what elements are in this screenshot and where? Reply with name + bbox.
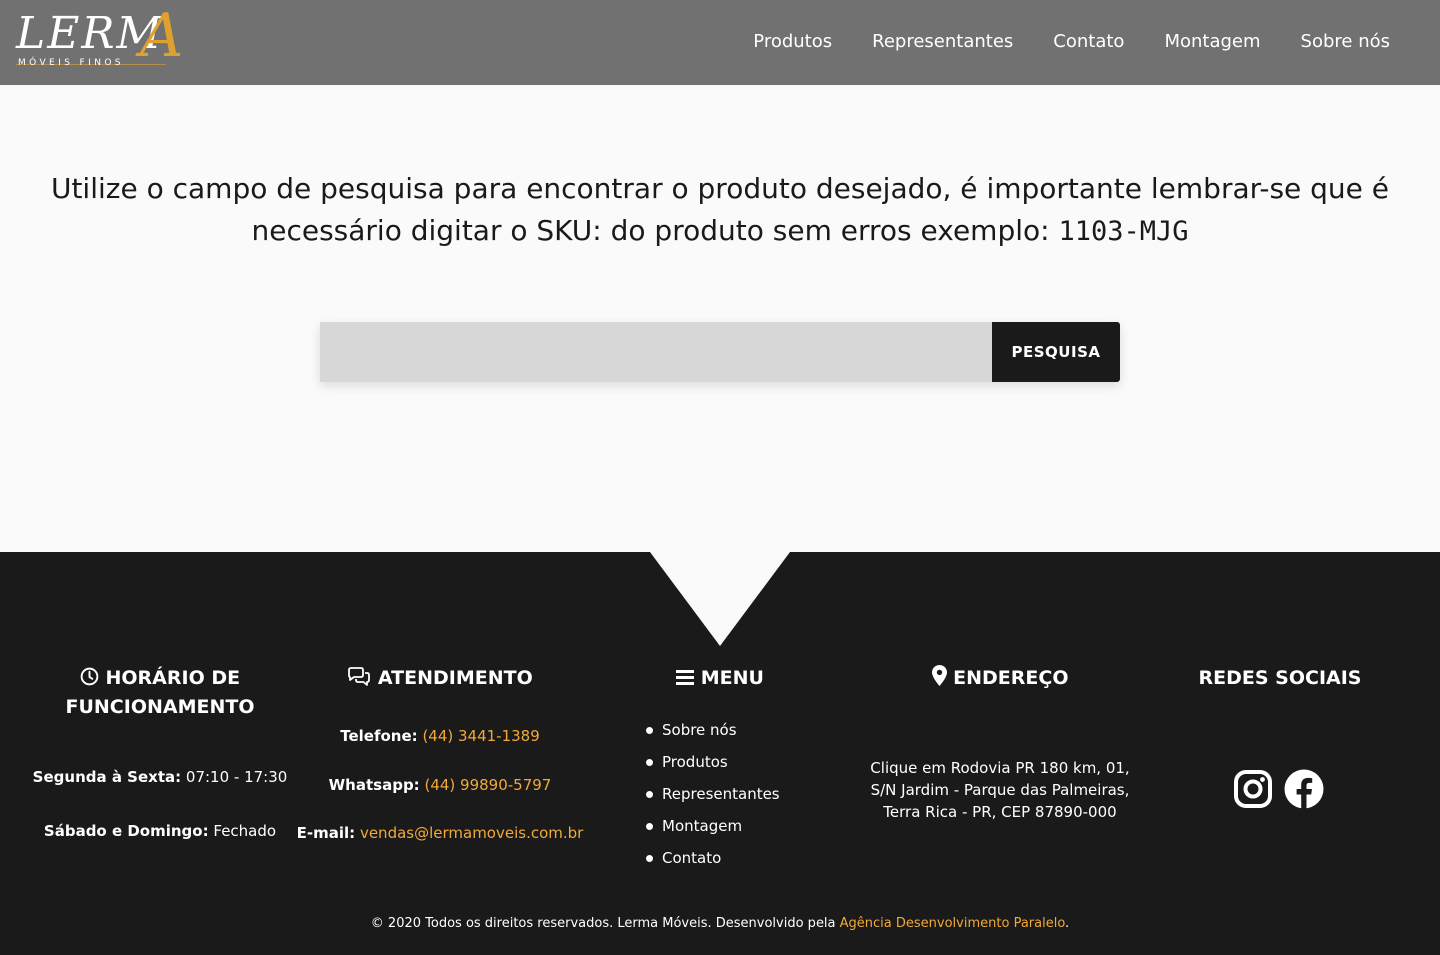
logo-accent-letter: A: [140, 1, 184, 71]
address-line-3: Terra Rica - PR, CEP 87890-000: [883, 803, 1117, 821]
copyright: © 2020 Todos os direitos reservados. Ler…: [0, 914, 1440, 934]
social-icons: [1234, 769, 1324, 813]
main-nav: Produtos Representantes Contato Montagem…: [753, 28, 1390, 56]
email-label: E-mail:: [296, 824, 356, 842]
footer-notch: [650, 552, 790, 646]
phone-line: Telefone: (44) 3441-1389: [290, 725, 590, 747]
bullet-icon: [646, 854, 653, 862]
phone-label: Telefone:: [340, 727, 418, 745]
atendimento-title: ATENDIMENTO: [377, 667, 533, 689]
bullet-icon: [646, 726, 653, 734]
map-pin-icon: [931, 664, 947, 693]
footer-menu-item-contato[interactable]: Contato: [646, 842, 780, 874]
agency-link[interactable]: Agência Desenvolvimento Paralelo: [840, 916, 1065, 931]
bullet-icon: [646, 822, 653, 830]
weekend-label: Sábado e Domingo:: [43, 822, 209, 840]
facebook-icon[interactable]: [1284, 769, 1324, 813]
phone-link[interactable]: (44) 3441-1389: [422, 727, 539, 745]
clock-icon: [80, 664, 99, 693]
sku-example: 1103-MJG: [1058, 216, 1189, 247]
search-input[interactable]: [320, 322, 992, 382]
site-header: LERM A MÓVEIS FINOS Produtos Representan…: [0, 0, 1440, 85]
footer-hours-section: HORÁRIO DE FUNCIONAMENTO Segunda à Sexta…: [20, 664, 300, 842]
footer-atendimento-section: ATENDIMENTO Telefone: (44) 3441-1389 Wha…: [290, 664, 590, 844]
nav-item-representantes[interactable]: Representantes: [872, 28, 1013, 56]
nav-item-contato[interactable]: Contato: [1053, 28, 1124, 56]
weekend-hours: Sábado e Domingo: Fechado: [20, 820, 300, 842]
site-footer: HORÁRIO DE FUNCIONAMENTO Segunda à Sexta…: [0, 552, 1440, 955]
menu-item-label: Sobre nós: [662, 721, 737, 739]
copyright-end: .: [1065, 916, 1070, 931]
menu-title: MENU: [700, 667, 764, 689]
footer-menu-section: MENU Sobre nós Produtos Representantes M…: [600, 664, 840, 867]
endereco-title: ENDEREÇO: [953, 667, 1069, 689]
weekday-hours: Segunda à Sexta: 07:10 - 17:30: [20, 766, 300, 788]
address-link[interactable]: Clique em Rodovia PR 180 km, 01, S/N Jar…: [860, 757, 1140, 823]
menu-item-label: Produtos: [662, 753, 728, 771]
search-button[interactable]: PESQUISA: [992, 322, 1120, 382]
bullet-icon: [646, 758, 653, 766]
footer-menu-item-sobre-nos[interactable]: Sobre nós: [646, 714, 780, 746]
nav-item-produtos[interactable]: Produtos: [753, 28, 832, 56]
nav-item-sobre-nos[interactable]: Sobre nós: [1301, 28, 1390, 56]
weekday-value: 07:10 - 17:30: [185, 768, 288, 786]
footer-menu-item-produtos[interactable]: Produtos: [646, 746, 780, 778]
footer-menu-item-montagem[interactable]: Montagem: [646, 810, 780, 842]
instagram-icon[interactable]: [1234, 770, 1272, 812]
footer-menu-item-representantes[interactable]: Representantes: [646, 778, 780, 810]
menu-item-label: Contato: [662, 849, 722, 867]
footer-endereco-section: ENDEREÇO Clique em Rodovia PR 180 km, 01…: [860, 664, 1140, 823]
email-link[interactable]: vendas@lermamoveis.com.br: [360, 824, 583, 842]
weekday-label: Segunda à Sexta:: [32, 768, 182, 786]
menu-item-label: Montagem: [662, 817, 743, 835]
atendimento-heading: ATENDIMENTO: [290, 664, 590, 693]
social-title: REDES SOCIAIS: [1198, 667, 1362, 689]
footer-social-section: REDES SOCIAIS: [1140, 664, 1420, 809]
address-line-2: S/N Jardim - Parque das Palmeiras,: [870, 781, 1130, 799]
hours-heading: HORÁRIO DE FUNCIONAMENTO: [20, 664, 300, 722]
email-line: E-mail: vendas@lermamoveis.com.br: [290, 822, 590, 844]
copyright-text: © 2020 Todos os direitos reservados. Ler…: [370, 916, 836, 931]
whatsapp-link[interactable]: (44) 99890-5797: [424, 776, 551, 794]
endereco-heading: ENDEREÇO: [860, 664, 1140, 693]
product-search-form: PESQUISA: [320, 322, 1120, 382]
nav-item-montagem[interactable]: Montagem: [1164, 28, 1260, 56]
logo[interactable]: LERM A MÓVEIS FINOS: [16, 4, 183, 72]
chat-bubbles-icon: [347, 664, 371, 693]
logo-tagline: MÓVEIS FINOS: [18, 58, 124, 68]
footer-menu-list: Sobre nós Produtos Representantes Montag…: [646, 714, 780, 874]
bullet-icon: [646, 790, 653, 798]
menu-item-label: Representantes: [662, 785, 780, 803]
menu-heading: MENU: [600, 664, 840, 693]
whatsapp-line: Whatsapp: (44) 99890-5797: [290, 774, 590, 796]
weekend-value: Fechado: [213, 822, 277, 840]
whatsapp-label: Whatsapp:: [328, 776, 420, 794]
address-line-1: Clique em Rodovia PR 180 km, 01,: [870, 759, 1130, 777]
search-instructions: Utilize o campo de pesquisa para encontr…: [40, 168, 1400, 253]
hamburger-icon: [676, 664, 695, 693]
